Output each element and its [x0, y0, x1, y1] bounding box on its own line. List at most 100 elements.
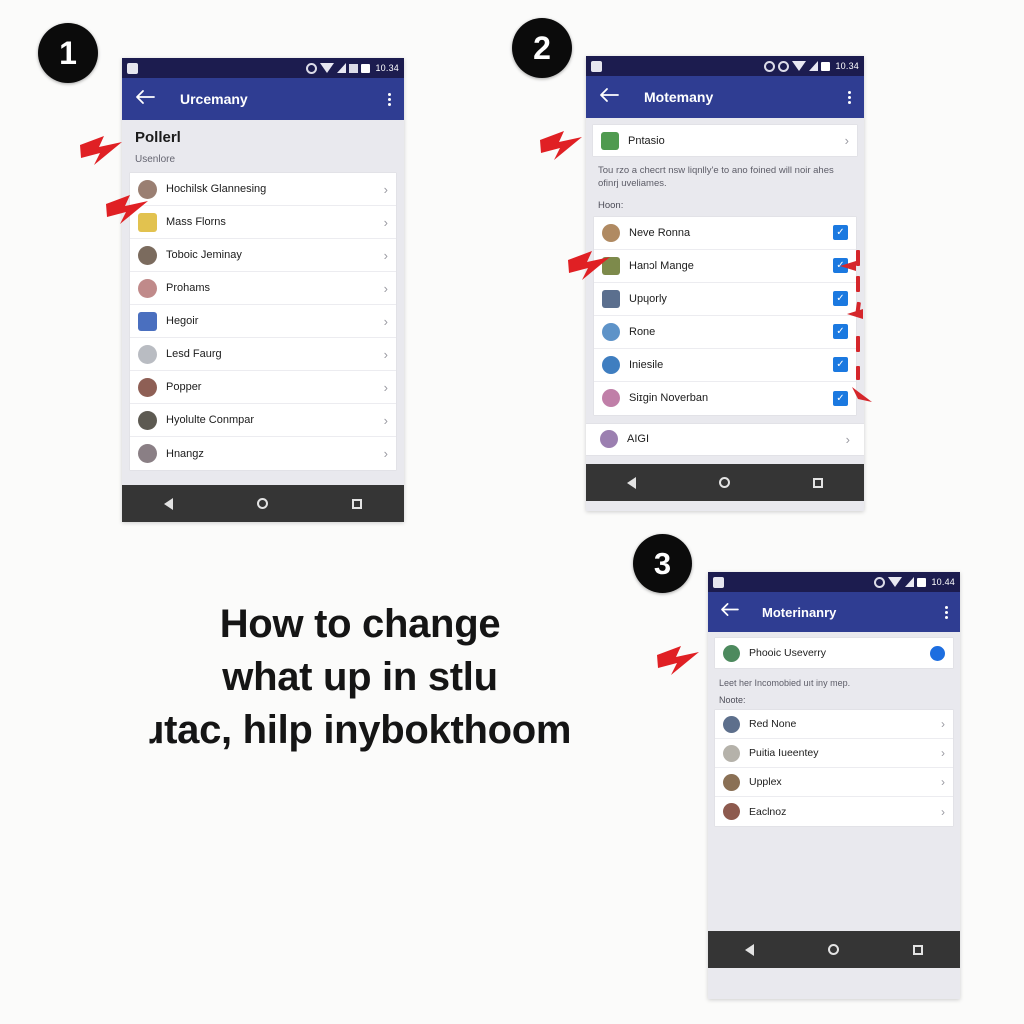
chevron-right-icon: ›: [383, 214, 388, 230]
list-item-label: Prohams: [166, 282, 211, 294]
table-row[interactable]: Iniesile ✓: [594, 348, 856, 382]
phone2-note-label: Hoon:: [598, 199, 624, 211]
chevron-right-icon: ›: [383, 412, 388, 428]
chevron-right-icon: ›: [383, 379, 388, 395]
checkbox-checked[interactable]: ✓: [833, 324, 848, 340]
avatar: [138, 311, 157, 331]
list-item[interactable]: Puitia Iueentey ›: [715, 739, 953, 769]
list-item[interactable]: Upplex ›: [715, 768, 953, 798]
avatar: [138, 410, 157, 430]
list-item[interactable]: Hochilsk Glannesing ›: [130, 173, 396, 206]
avatar: [602, 355, 620, 374]
annotation-arrow: [566, 248, 618, 289]
list-item-label: Upplex: [749, 776, 782, 789]
nav-home-icon[interactable]: [257, 498, 268, 509]
chevron-right-icon: ›: [383, 313, 388, 329]
app-notification-icon: [127, 62, 138, 74]
list-item-label: Red None: [749, 718, 797, 731]
nav-back-icon[interactable]: [164, 497, 173, 510]
step-badge-1: 1: [38, 23, 98, 83]
toggle-on-indicator[interactable]: [930, 645, 945, 661]
chevron-right-icon: ›: [383, 247, 388, 263]
phone2-checkbox-list: Neve Ronna ✓ Hanɔl Mange ✓ Upɥorly ✓ Ron…: [594, 216, 856, 415]
overflow-menu-icon[interactable]: [388, 92, 391, 106]
phone2-status-bar: 10.34: [586, 56, 864, 76]
nav-home-icon[interactable]: [718, 477, 730, 488]
overflow-menu-icon[interactable]: [848, 90, 851, 104]
battery-icon: [821, 61, 831, 71]
list-item-label: Eaclnoz: [749, 805, 787, 818]
list-item[interactable]: Pntasio ›: [593, 125, 857, 156]
chevron-right-icon: ›: [941, 717, 945, 732]
list-item[interactable]: Popper ›: [130, 371, 396, 404]
step-badge-3: 3: [633, 534, 692, 593]
table-row[interactable]: Rone ✓: [594, 315, 856, 349]
checkbox-checked[interactable]: ✓: [833, 390, 848, 406]
list-item[interactable]: Red None ›: [715, 710, 953, 740]
list-item-label: Lesd Faurg: [166, 348, 222, 360]
phone3-clock: 10.44: [931, 577, 955, 587]
phone-screenshot-2: 10.34 Motemany Pntasio › Tou rzo a checr…: [586, 56, 864, 511]
checkbox-checked[interactable]: ✓: [833, 291, 848, 307]
list-item[interactable]: AIGI ›: [586, 423, 864, 455]
list-item[interactable]: Hegoir ›: [130, 305, 396, 338]
list-item-label: Hochilsk Glannesing: [166, 183, 267, 195]
chevron-right-icon: ›: [383, 181, 388, 197]
nav-home-icon[interactable]: [828, 944, 839, 955]
list-item-label: Siɪgin Noverban: [629, 392, 709, 405]
phone1-status-bar: 10.34: [122, 58, 404, 78]
list-item-label: Hnangz: [166, 447, 204, 460]
back-arrow-icon[interactable]: [599, 87, 621, 108]
nav-recents-icon[interactable]: [913, 944, 923, 955]
list-item[interactable]: Phooic Useverry: [715, 638, 953, 668]
phone2-app-bar: Motemany: [586, 76, 864, 118]
avatar: [602, 223, 620, 242]
table-row[interactable]: Neve Ronna ✓: [594, 216, 856, 250]
list-item[interactable]: Hyolulte Conmpar ›: [130, 404, 396, 437]
list-item[interactable]: Prohams ›: [130, 272, 396, 305]
phone2-description: Tou rzo a checrt nsw liqnlly'e to ano fo…: [598, 165, 834, 189]
avatar: [138, 278, 157, 298]
back-arrow-icon[interactable]: [135, 89, 157, 110]
checkbox-checked[interactable]: ✓: [833, 357, 848, 373]
phone1-section-title: Pollerl: [135, 129, 181, 146]
nav-recents-icon[interactable]: [812, 477, 823, 488]
nav-back-icon[interactable]: [745, 943, 754, 956]
avatar: [600, 430, 618, 449]
page-title: How to change what up in stlu ɹtac, hilp…: [60, 598, 660, 756]
list-item-label: Rone: [629, 325, 656, 338]
avatar: [601, 131, 619, 150]
phone3-nav-bar: [708, 931, 960, 968]
phone2-bottom-item-card: AIGI ›: [586, 423, 864, 455]
phone2-top-item-card: Pntasio ›: [593, 125, 857, 156]
wifi-icon: [320, 63, 335, 73]
table-row[interactable]: Upɥorly ✓: [594, 282, 856, 316]
gear-icon: [778, 60, 790, 72]
list-item[interactable]: Toboic Jeminay ›: [130, 239, 396, 272]
list-item[interactable]: Eaclnoz ›: [715, 797, 953, 827]
nav-recents-icon[interactable]: [352, 498, 362, 509]
infographic-canvas: 1 10.34 Urcemany Pollerl Usenlore Hochil…: [0, 0, 1024, 1024]
annotation-arrow: [848, 383, 874, 410]
list-item[interactable]: Lesd Faurg ›: [130, 338, 396, 371]
phone2-content: Pntasio › Tou rzo a checrt nsw liqnlly'e…: [586, 125, 864, 501]
list-item-label: AIGI: [627, 433, 650, 446]
annotation-arrow: [655, 643, 707, 684]
chevron-right-icon: ›: [383, 280, 388, 296]
avatar: [723, 803, 740, 821]
phone3-top-item-card: Phooic Useverry: [715, 638, 953, 668]
list-item[interactable]: Mass Florns ›: [130, 206, 396, 239]
nav-back-icon[interactable]: [627, 476, 637, 489]
chevron-right-icon: ›: [941, 775, 945, 790]
phone-screenshot-1: 10.34 Urcemany Pollerl Usenlore Hochilsk…: [122, 58, 404, 522]
overflow-menu-icon[interactable]: [945, 605, 948, 619]
wifi-icon: [888, 577, 903, 587]
checkbox-checked[interactable]: ✓: [833, 225, 848, 241]
list-item[interactable]: Hnangz ›: [130, 437, 396, 470]
phone1-nav-bar: [122, 485, 404, 522]
table-row[interactable]: Hanɔl Mange ✓: [594, 249, 856, 283]
back-arrow-icon[interactable]: [720, 602, 741, 622]
phone3-status-bar: 10.44: [708, 572, 960, 592]
table-row[interactable]: Siɪgin Noverban ✓: [594, 381, 856, 415]
annotation-arrow: [836, 259, 858, 278]
